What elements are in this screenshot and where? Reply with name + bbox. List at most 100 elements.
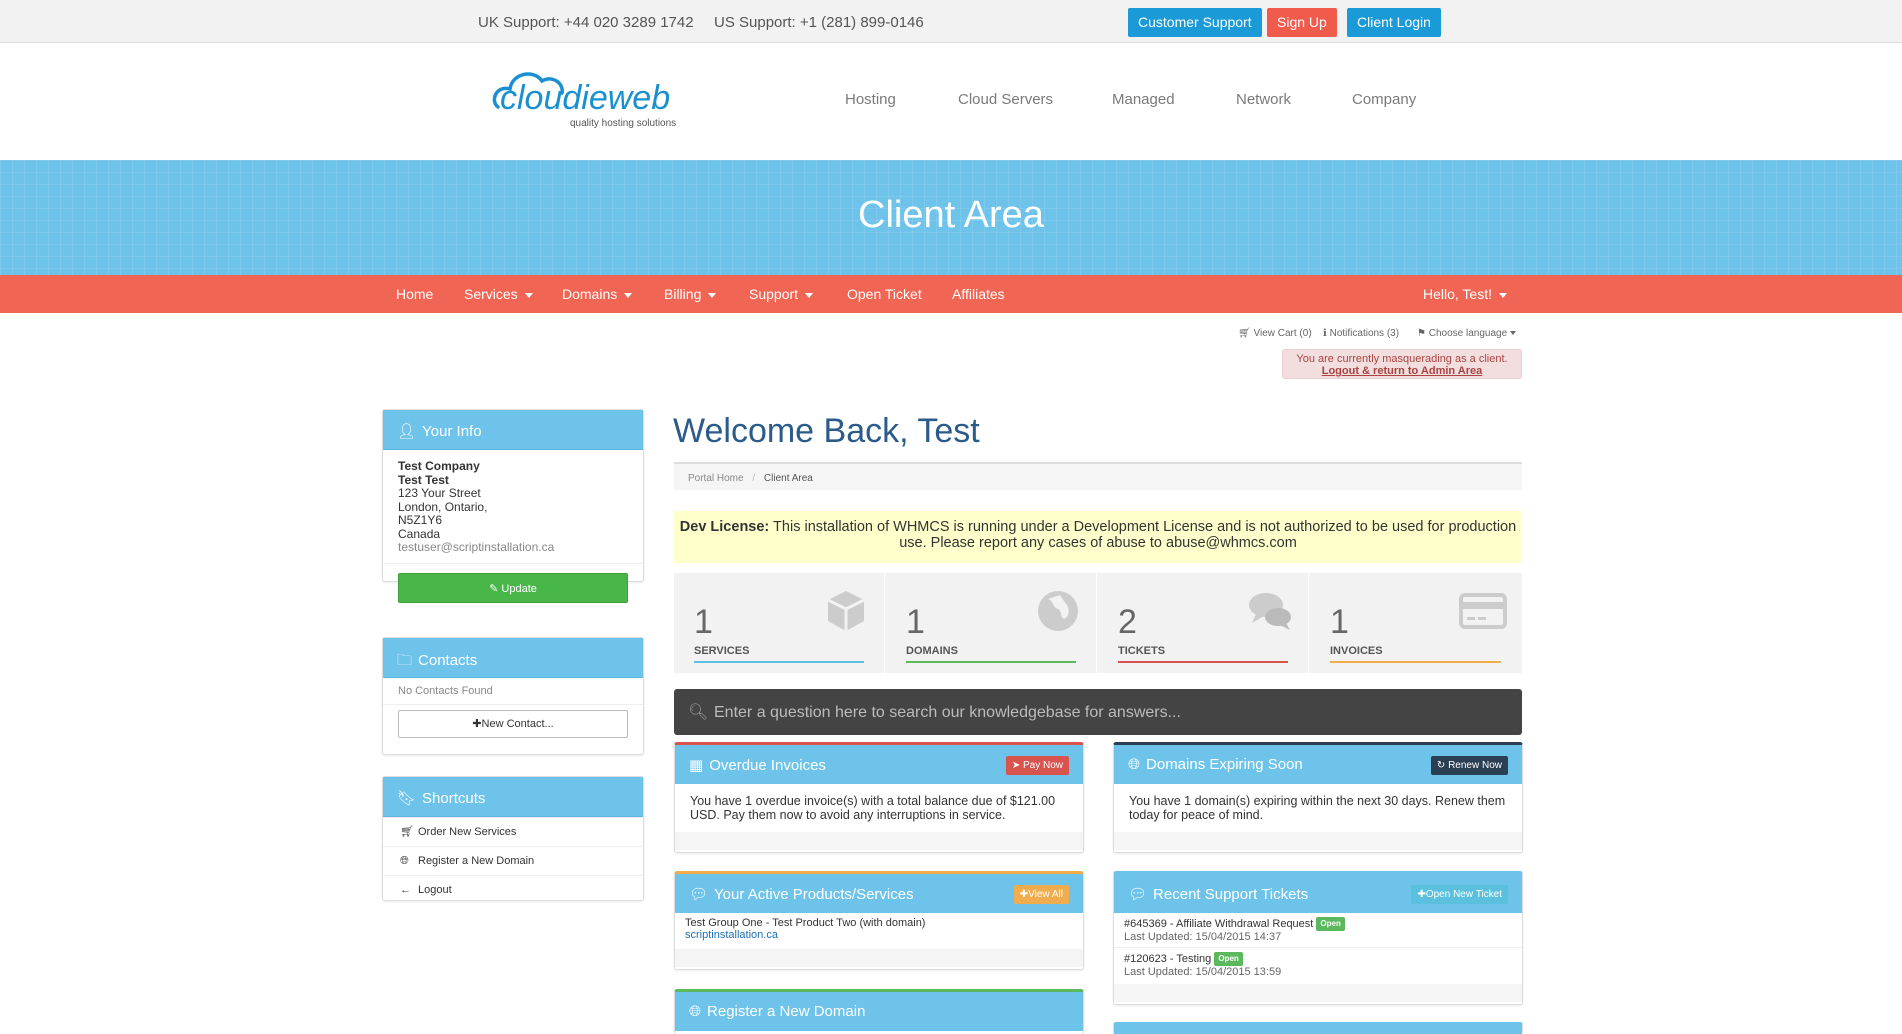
view-all-label: View All xyxy=(1028,889,1063,900)
site-header: cloudieweb quality hosting solutions Hos… xyxy=(0,43,1902,160)
language-selector[interactable]: ⚑ Choose language xyxy=(1417,328,1516,339)
no-contacts-text: No Contacts Found xyxy=(383,678,643,705)
stat-tickets-bar xyxy=(1118,661,1288,663)
us-support-phone: US Support: +1 (281) 899-0146 xyxy=(714,14,924,31)
comments-icon: 💬︎ xyxy=(1128,886,1148,903)
user-menu[interactable]: Hello, Test! xyxy=(1423,286,1507,302)
breadcrumb-home[interactable]: Portal Home xyxy=(688,473,744,484)
client-nav-home[interactable]: Home xyxy=(396,286,433,302)
cloud-logo-icon: cloudieweb quality hosting solutions xyxy=(492,72,676,129)
stat-domains[interactable]: 1 DOMAINS xyxy=(886,573,1097,673)
pay-now-button[interactable]: ➤ Pay Now xyxy=(1005,756,1069,775)
caret-down-icon xyxy=(708,292,717,298)
caret-down-icon xyxy=(1509,331,1516,336)
plus-icon: ✚ xyxy=(1019,889,1029,900)
language-label: Choose language xyxy=(1428,328,1508,339)
stat-services[interactable]: 1 SERVICES xyxy=(674,573,885,673)
product-domain-link[interactable]: scriptinstallation.ca xyxy=(685,929,1073,941)
register-domain-card: 🌐︎ Register a New Domain xyxy=(674,989,1084,1034)
breadcrumb-current: Client Area xyxy=(763,473,813,484)
ticket-row[interactable]: #645369 - Affiliate Withdrawal Request O… xyxy=(1114,913,1522,947)
contacts-title: Contacts xyxy=(418,652,478,669)
your-info-header: 👤︎ Your Info xyxy=(383,410,643,450)
ticket-status-badge: Open xyxy=(1316,917,1345,931)
nav-network[interactable]: Network xyxy=(1236,91,1291,108)
register-domain-title: Register a New Domain xyxy=(707,1003,866,1020)
overdue-invoices-title: Overdue Invoices xyxy=(709,757,826,774)
client-nav-domains[interactable]: Domains xyxy=(562,286,633,302)
notifications-link[interactable]: ℹ Notifications (3) xyxy=(1323,328,1399,339)
stat-tickets-label: TICKETS xyxy=(1118,645,1166,657)
overdue-invoices-text: You have 1 overdue invoice(s) with a tot… xyxy=(690,794,1056,822)
dev-license-label: Dev License: xyxy=(679,519,770,535)
ticket-subject: #120623 - Testing xyxy=(1124,953,1212,965)
caret-down-icon xyxy=(805,292,814,298)
masquerade-return-link[interactable]: Logout & return to Admin Area xyxy=(1283,365,1521,377)
client-nav: Home Services Domains Billing Support Op… xyxy=(0,275,1902,313)
nav-company[interactable]: Company xyxy=(1352,91,1416,108)
plus-icon: ✚ xyxy=(1417,889,1426,900)
update-label: Update xyxy=(501,582,537,595)
client-nav-open-ticket[interactable]: Open Ticket xyxy=(847,286,922,302)
client-nav-services[interactable]: Services xyxy=(464,286,533,302)
stat-tickets[interactable]: 2 TICKETS xyxy=(1098,573,1309,673)
renew-now-label: Renew Now xyxy=(1448,760,1502,771)
open-new-ticket-button[interactable]: ✚Open New Ticket xyxy=(1411,885,1508,904)
product-name: Test Group One - Test Product Two (with … xyxy=(685,917,926,929)
logo[interactable]: cloudieweb quality hosting solutions xyxy=(492,61,692,133)
shortcut-order-services[interactable]: 🛒︎ Order New Services xyxy=(383,817,643,846)
stat-services-bar xyxy=(694,661,864,663)
language-icon: ⚑ xyxy=(1417,328,1426,339)
info-company: Test Company xyxy=(398,459,480,473)
comments-icon: 💬︎ xyxy=(689,886,709,903)
stats-tiles: 1 SERVICES 1 DOMAINS 2 TICKETS 1 INVOICE… xyxy=(674,573,1522,673)
globe-icon xyxy=(1038,591,1078,631)
view-all-button[interactable]: ✚View All xyxy=(1013,885,1069,904)
ticket-updated: Last Updated: 15/04/2015 13:59 xyxy=(1124,966,1282,978)
card-footer xyxy=(675,832,1083,850)
kb-search-input[interactable]: 🔍︎ Enter a question here to search our kn… xyxy=(674,689,1522,735)
nav-cloud-servers[interactable]: Cloud Servers xyxy=(958,91,1053,108)
globe-icon: 🌐︎ xyxy=(1128,756,1141,773)
view-cart-label: View Cart (0) xyxy=(1253,328,1312,339)
card-footer xyxy=(675,949,1083,967)
folder-icon: 🗀︎ xyxy=(397,652,413,669)
update-button[interactable]: ✎ Update xyxy=(398,572,628,603)
nav-hosting[interactable]: Hosting xyxy=(845,91,896,108)
comments-icon xyxy=(1249,593,1291,630)
cube-icon xyxy=(827,591,865,631)
welcome-heading: Welcome Back, Test xyxy=(673,412,980,450)
customer-support-button[interactable]: Customer Support xyxy=(1128,8,1262,37)
your-info-panel: 👤︎ Your Info Test Company Test Test 123 Y… xyxy=(382,409,644,603)
shortcut-logout[interactable]: ← Logout xyxy=(383,875,643,904)
shortcut-register-domain-label: Register a New Domain xyxy=(418,855,535,867)
new-contact-button[interactable]: ✚New Contact... xyxy=(398,710,628,738)
shortcut-register-domain[interactable]: 🌐︎ Register a New Domain xyxy=(383,846,643,875)
sign-up-button[interactable]: Sign Up xyxy=(1267,8,1337,37)
product-row[interactable]: Test Group One - Test Product Two (with … xyxy=(675,913,1083,945)
client-nav-billing[interactable]: Billing xyxy=(664,286,717,302)
renew-now-button[interactable]: ↻ Renew Now xyxy=(1430,756,1508,775)
client-login-button[interactable]: Client Login xyxy=(1347,8,1441,37)
info-name: Test Test xyxy=(398,472,449,487)
client-nav-affiliates[interactable]: Affiliates xyxy=(952,286,1005,302)
view-cart-link[interactable]: 🛒︎ View Cart (0) xyxy=(1238,328,1312,339)
stat-invoices-bar xyxy=(1330,661,1501,663)
stat-invoices[interactable]: 1 INVOICES xyxy=(1310,573,1521,673)
ticket-status-badge: Open xyxy=(1214,952,1243,966)
recent-tickets-header: 💬︎ Recent Support Tickets ✚Open New Ticke… xyxy=(1114,874,1522,913)
client-nav-support[interactable]: Support xyxy=(749,286,814,302)
page-banner: Client Area xyxy=(0,160,1902,275)
caret-down-icon xyxy=(624,292,633,298)
pay-now-label: Pay Now xyxy=(1022,760,1063,771)
ticket-row[interactable]: #120623 - Testing Open Last Updated: 15/… xyxy=(1114,947,1522,982)
stat-tickets-value: 2 xyxy=(1118,603,1137,641)
dev-license-alert: Dev License: This installation of WHMCS … xyxy=(674,511,1522,563)
notifications-label: Notifications (3) xyxy=(1329,328,1400,339)
shortcut-logout-label: Logout xyxy=(418,884,452,896)
logo-tagline: quality hosting solutions xyxy=(570,118,676,129)
shortcuts-panel: 🔖︎ Shortcuts 🛒︎ Order New Services 🌐︎ Regis… xyxy=(382,776,644,901)
nav-managed[interactable]: Managed xyxy=(1112,91,1175,108)
card-footer xyxy=(1114,984,1522,1002)
client-nav-services-label: Services xyxy=(464,286,518,302)
